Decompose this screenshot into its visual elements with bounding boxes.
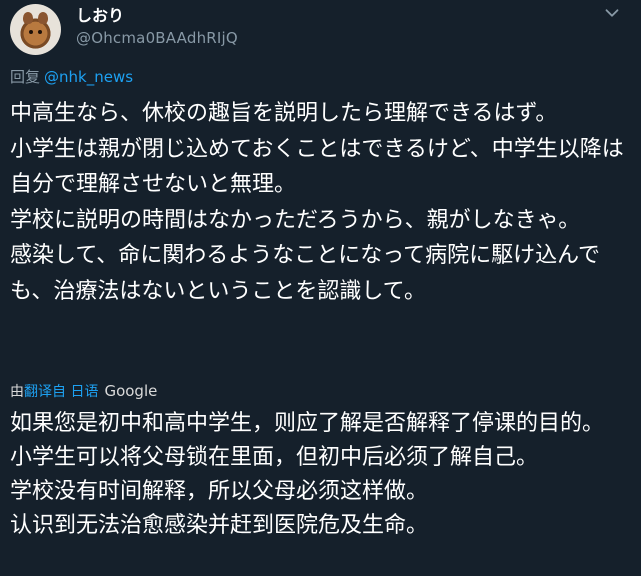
translated-from-link[interactable]: 翻译自 日语 [24,384,98,400]
translation-text: 如果您是初中和高中学生，则应了解是否解释了停课的目的。 小学生可以将父母锁在里面… [10,411,605,538]
reply-context: 回复 @nhk_news [10,67,133,87]
avatar-ear-right [38,12,48,24]
translation-attribution: 由翻译自 日语 Google [10,381,157,402]
author-display-name[interactable]: しおり [76,6,124,26]
avatar[interactable] [10,4,61,55]
avatar-eye-right [38,30,42,34]
translated-by-label: 由 [10,384,24,400]
avatar-eye-left [29,30,33,34]
reply-label: 回复 [10,68,41,86]
avatar-ear-left [23,12,33,24]
chevron-down-icon[interactable] [601,2,623,24]
reply-mention-link[interactable]: @nhk_news [44,68,133,86]
tweet-text: 中高生なら、休校の趣旨を説明したら理解できるはず。 小学生は親が閉じ込めておくこ… [10,101,624,304]
tweet-header: しおり @Ohcma0BAAdhRIjQ [0,0,641,62]
author-handle[interactable]: @Ohcma0BAAdhRIjQ [76,28,238,48]
translation-provider-logo: Google [104,382,158,400]
